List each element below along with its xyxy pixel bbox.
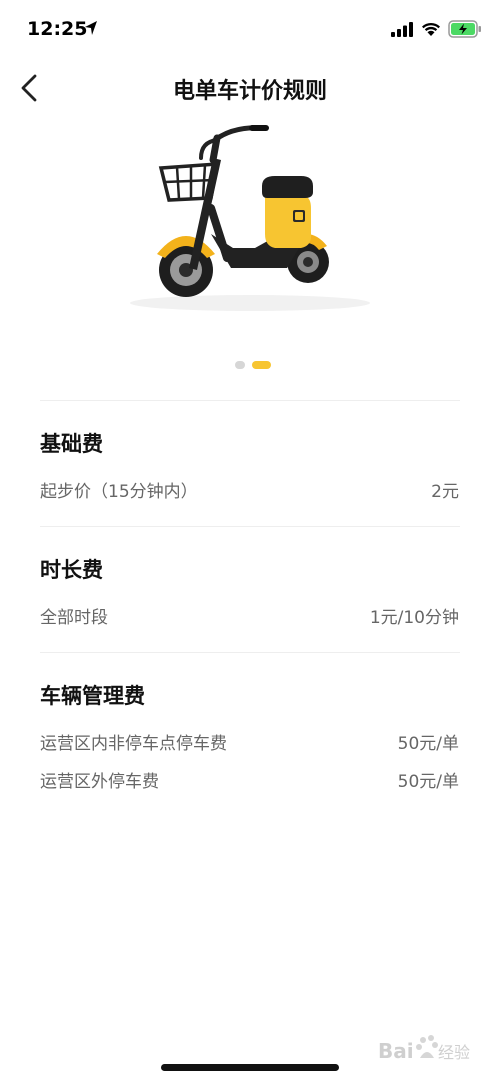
- pager-dot-active[interactable]: [252, 361, 271, 369]
- divider: [40, 400, 460, 401]
- battery-charging-icon: [448, 20, 481, 38]
- fee-row-value: 50元/单: [397, 772, 459, 792]
- fee-row-value: 2元: [431, 482, 459, 502]
- fee-row-value: 1元/10分钟: [369, 608, 459, 628]
- section-title-duration-fee: 时长费: [40, 558, 103, 582]
- divider: [40, 526, 460, 527]
- fee-row-label: 运营区内非停车点停车费: [40, 734, 227, 754]
- fee-row-label: 运营区外停车费: [40, 772, 159, 792]
- status-bar: 12:25: [0, 0, 500, 60]
- fee-row-label: 全部时段: [40, 608, 108, 628]
- page-title: 电单车计价规则: [172, 79, 327, 104]
- cellular-signal-icon: [391, 22, 413, 37]
- pager-dot-inactive[interactable]: [235, 361, 245, 369]
- section-title-base-fee: 基础费: [40, 432, 103, 456]
- section-title-vehicle-management-fee: 车辆管理费: [40, 684, 145, 708]
- fee-row-value: 50元/单: [397, 734, 459, 754]
- status-time: 12:25: [27, 18, 88, 40]
- fee-row-label: 起步价（15分钟内）: [40, 482, 198, 502]
- baidu-watermark-logo: Bai 经验: [378, 1035, 470, 1063]
- divider: [40, 652, 460, 653]
- location-arrow-icon: [85, 21, 97, 35]
- scooter-image: [130, 125, 370, 311]
- svg-text:经验: 经验: [438, 1043, 470, 1062]
- home-indicator[interactable]: [161, 1064, 339, 1071]
- svg-text:Bai: Bai: [378, 1039, 414, 1063]
- wifi-icon: [422, 22, 440, 36]
